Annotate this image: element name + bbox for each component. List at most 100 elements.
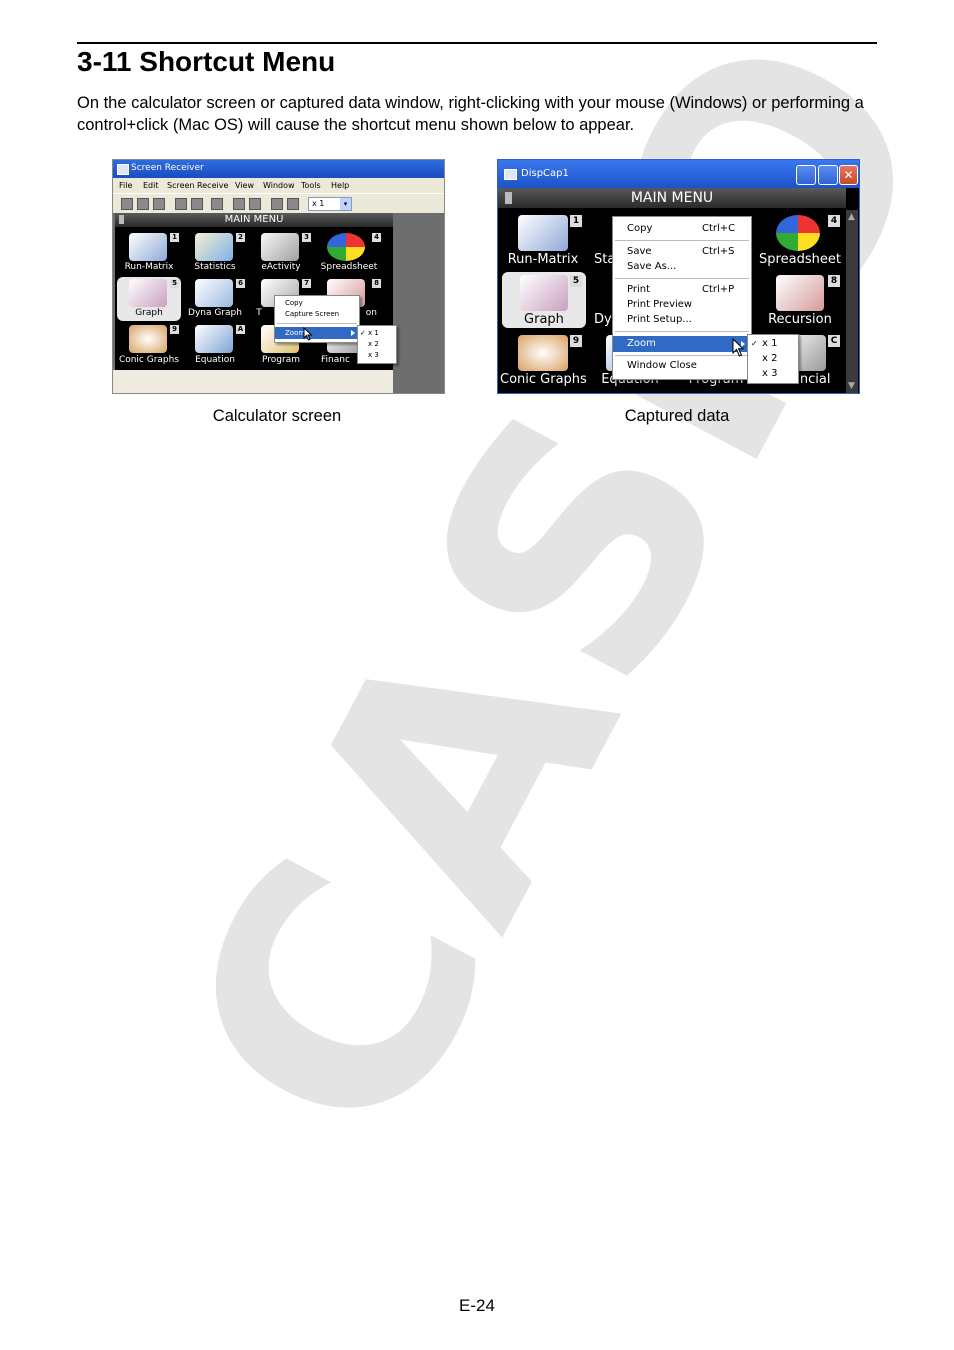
print-icon[interactable]	[175, 198, 187, 210]
window-title: DispCap1	[521, 168, 569, 179]
menu-item-label: Copy	[627, 223, 653, 234]
intro-paragraph: On the calculator screen or captured dat…	[77, 94, 864, 134]
app-label: Spreadsheet	[759, 252, 841, 267]
scrollbar[interactable]: ▲ ▼	[846, 210, 858, 393]
app-graph[interactable]: 5 Graph	[117, 277, 181, 321]
caption-captured-data: Captured data	[624, 407, 730, 425]
app-number: 1	[170, 233, 179, 242]
menu-item-copy[interactable]: Copy Ctrl+C	[613, 222, 751, 236]
conic-graphs-icon	[518, 335, 568, 371]
zoom-option-x3[interactable]: x 3	[748, 367, 798, 381]
caption-calculator-screen: Calculator screen	[212, 407, 342, 425]
app-number: 4	[828, 215, 840, 227]
app-label: Conic Graphs	[118, 355, 180, 365]
open-icon[interactable]	[137, 198, 149, 210]
app-equation[interactable]: A Equation	[183, 323, 247, 369]
menu-item-save-as[interactable]: Save As...	[613, 260, 751, 274]
window-titlebar: DispCap1 ✕	[498, 160, 859, 188]
preview-icon[interactable]	[191, 198, 203, 210]
menu-item-copy[interactable]: Copy	[275, 298, 359, 309]
section-rule	[77, 42, 877, 44]
menu-help[interactable]: Help	[331, 181, 349, 190]
zoom-select[interactable]: x 1 ▾	[308, 197, 352, 211]
app-eactivity[interactable]: 3 eActivity	[249, 231, 313, 275]
app-number: 8	[828, 275, 840, 287]
save-icon[interactable]	[153, 198, 165, 210]
capture-icon[interactable]	[121, 198, 133, 210]
equation-icon	[195, 325, 233, 353]
app-label: T	[256, 308, 262, 318]
page-title: 3-11 Shortcut Menu	[77, 46, 336, 77]
app-label: Graph	[524, 312, 564, 327]
maximize-button[interactable]	[818, 165, 838, 185]
app-conic-graphs[interactable]: 9 Conic Graphs	[117, 323, 181, 369]
zoom-select-value: x 1	[312, 199, 325, 208]
zoom-option-x1[interactable]: ✓ x 1	[748, 337, 798, 351]
menu-item-save[interactable]: Save Ctrl+S	[613, 245, 751, 259]
app-spreadsheet[interactable]: 4 Spreadsheet	[756, 212, 844, 270]
menu-separator	[615, 278, 749, 279]
app-number: C	[828, 335, 840, 347]
menu-screen-receive[interactable]: Screen Receive	[167, 181, 228, 190]
app-spreadsheet[interactable]: 4 Spreadsheet	[315, 231, 383, 275]
menu-item-window-close[interactable]: Window Close	[613, 359, 751, 373]
menu-separator	[615, 355, 749, 356]
chevron-down-icon[interactable]: ▾	[340, 198, 351, 210]
app-run-matrix[interactable]: 1 Run-Matrix	[117, 231, 181, 275]
zoom-in-icon[interactable]	[271, 198, 283, 210]
app-label: Spreadsheet	[320, 262, 378, 272]
app-dyna-graph[interactable]: 6 Dyna Graph	[183, 277, 247, 321]
app-number: 6	[236, 279, 245, 288]
close-window-icon[interactable]	[249, 198, 261, 210]
zoom-submenu: ✓ x 1 x 2 x 3	[357, 325, 397, 364]
spreadsheet-icon	[327, 233, 365, 261]
menu-window[interactable]: Window	[263, 181, 295, 190]
app-graph[interactable]: 5 Graph	[502, 272, 586, 328]
app-run-matrix[interactable]: 1 Run-Matrix	[500, 212, 586, 270]
app-label: Dyna Graph	[188, 308, 242, 318]
app-icon	[117, 164, 129, 175]
app-icon	[504, 169, 517, 180]
app-statistics[interactable]: 2 Statistics	[183, 231, 247, 275]
recursion-icon	[776, 275, 824, 311]
toolbar: x 1 ▾	[113, 193, 444, 214]
menu-item-zoom[interactable]: Zoom	[613, 336, 751, 352]
app-label: eActivity	[261, 262, 301, 272]
menu-separator	[615, 240, 749, 241]
zoom-option-x2[interactable]: x 2	[358, 339, 396, 350]
copy-icon[interactable]	[211, 198, 223, 210]
menu-file[interactable]: File	[119, 181, 132, 190]
mouse-cursor-icon	[732, 338, 745, 357]
menu-item-shortcut: Ctrl+S	[702, 246, 735, 257]
app-label: Graph	[135, 308, 163, 318]
menu-view[interactable]: View	[235, 181, 254, 190]
scroll-down-icon[interactable]: ▼	[848, 381, 855, 391]
scroll-up-icon[interactable]: ▲	[848, 212, 855, 222]
zoom-option-x1[interactable]: ✓ x 1	[358, 328, 396, 339]
minimize-button[interactable]	[796, 165, 816, 185]
window-icon[interactable]	[233, 198, 245, 210]
app-conic-graphs[interactable]: 9 Conic Graphs	[500, 332, 587, 392]
page-number: E-24	[459, 1296, 495, 1315]
app-number: 9	[170, 325, 179, 334]
zoom-out-icon[interactable]	[287, 198, 299, 210]
menu-item-print[interactable]: Print Ctrl+P	[613, 283, 751, 297]
captured-data-window: DispCap1 ✕ MAIN MENU 1 Run-Matrix Sta 4 …	[497, 159, 860, 394]
menu-item-print-preview[interactable]: Print Preview	[613, 298, 751, 312]
graph-icon	[129, 279, 167, 307]
zoom-option-label: x 1	[368, 329, 379, 337]
menu-item-zoom[interactable]: Zoom	[275, 327, 359, 339]
dyna-graph-icon	[195, 279, 233, 307]
calculator-screen-window: Screen Receiver File Edit Screen Receive…	[112, 159, 445, 394]
zoom-option-x2[interactable]: x 2	[748, 352, 798, 366]
zoom-option-x3[interactable]: x 3	[358, 350, 396, 361]
menu-item-label: Save	[627, 246, 652, 257]
menu-item-print-setup[interactable]: Print Setup...	[613, 313, 751, 327]
close-button[interactable]: ✕	[839, 165, 858, 185]
main-menu-header: MAIN MENU	[115, 213, 393, 227]
app-recursion[interactable]: 8 Recursion	[756, 272, 844, 328]
menu-item-capture-screen[interactable]: Capture Screen	[275, 309, 359, 320]
menu-tools[interactable]: Tools	[301, 181, 321, 190]
menu-edit[interactable]: Edit	[143, 181, 159, 190]
app-label: Program	[262, 355, 300, 365]
